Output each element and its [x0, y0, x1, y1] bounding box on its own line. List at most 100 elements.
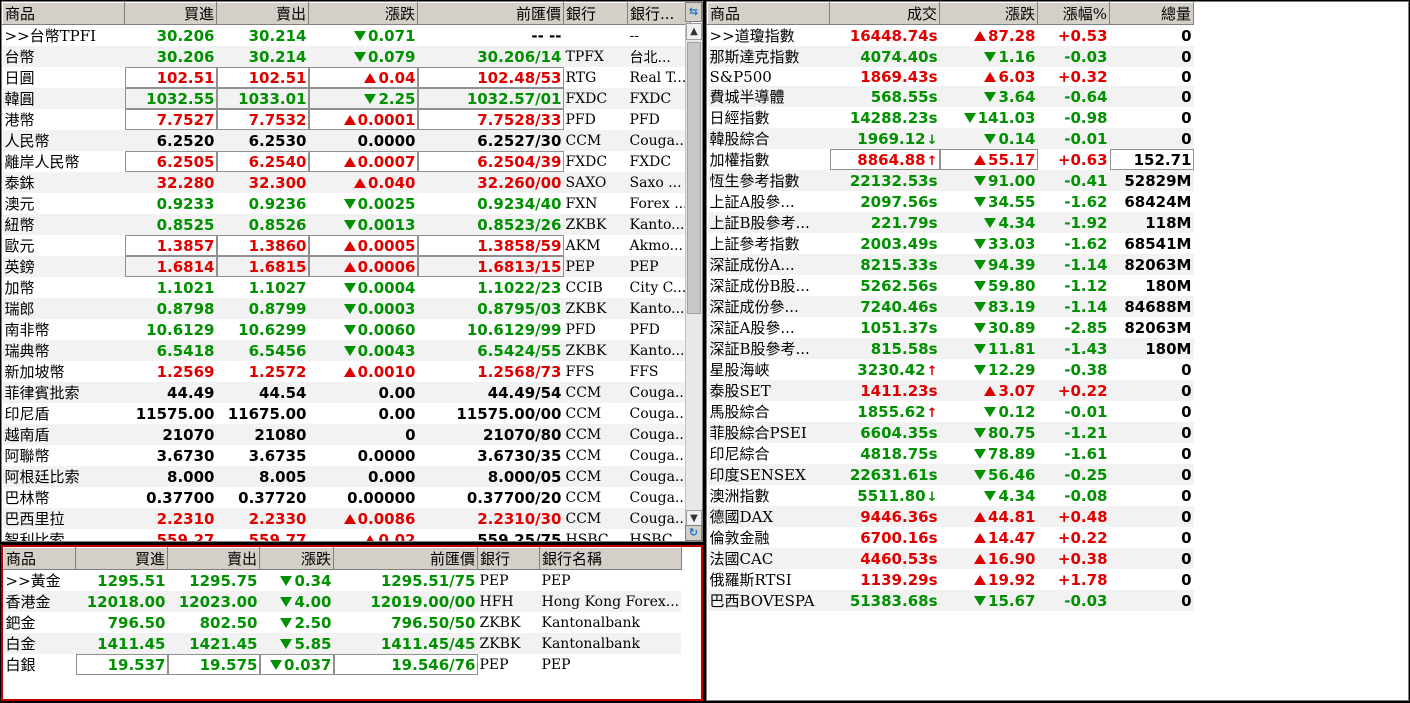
table-row[interactable]: 韓圓 1032.55 1033.01 2.25 1032.57/01 FXDC FXDC [2, 88, 691, 109]
table-row[interactable]: 南非幣 10.6129 10.6299 0.0060 10.6129/99 PFD PFD [2, 319, 691, 340]
table-row[interactable]: 費城半導體 568.55s 3.64 -0.64 0 [707, 86, 1194, 107]
product-name[interactable]: 泰股SET [707, 380, 830, 401]
product-name[interactable]: >>台幣TPFI [2, 24, 125, 46]
col-bank-name-header[interactable]: 銀行名稱 [539, 547, 682, 570]
product-name[interactable]: 離岸人民幣 [2, 151, 125, 172]
product-name[interactable]: S&P500 [707, 67, 830, 86]
product-name[interactable]: 深証成份B股... [707, 275, 830, 296]
product-name[interactable]: 倫敦金融 [707, 527, 830, 548]
table-row[interactable]: 俄羅斯RTSI 1139.29s 19.92 +1.78 0 [707, 569, 1194, 590]
table-row[interactable]: 上証A股參... 2097.56s 34.55 -1.62 68424M [707, 191, 1194, 212]
product-name[interactable]: 瑞郎 [2, 298, 125, 319]
product-name[interactable]: 紐幣 [2, 214, 125, 235]
product-name[interactable]: 台幣 [2, 46, 125, 67]
product-name[interactable]: 瑞典幣 [2, 340, 125, 361]
product-name[interactable]: 香港金 [3, 591, 76, 612]
product-name[interactable]: 恆生參考指數 [707, 170, 830, 191]
product-name[interactable]: 港幣 [2, 109, 125, 130]
product-name[interactable]: 法國CAC [707, 548, 830, 569]
table-row[interactable]: 巴林幣 0.37700 0.37720 0.00000 0.37700/20 CCM Cou… [2, 487, 691, 508]
product-name[interactable]: 澳元 [2, 193, 125, 214]
product-name[interactable]: 馬股綜合 [707, 401, 830, 422]
table-row[interactable]: 韓股綜合 1969.12↓ 0.14 -0.01 0 [707, 128, 1194, 149]
table-row[interactable]: 巴西BOVESPA 51383.68s 15.67 -0.03 0 [707, 590, 1194, 611]
table-row[interactable]: 印尼盾 11575.00 11675.00 0.00 11575.00/00 CCM Cou… [2, 403, 691, 424]
table-row[interactable]: 深証成份參... 7240.46s 83.19 -1.14 84688M [707, 296, 1194, 317]
table-row[interactable]: 日經指數 14288.23s 141.03 -0.98 0 [707, 107, 1194, 128]
col-pct-header[interactable]: 漲幅% [1037, 2, 1110, 25]
product-name[interactable]: 巴西BOVESPA [707, 590, 830, 611]
table-row[interactable]: 白銀 19.537 19.575 0.037 19.546/76 PEP PEP [3, 654, 682, 675]
settings-swap-icon[interactable]: ⇆ [685, 2, 702, 22]
product-name[interactable]: 印尼綜合 [707, 443, 830, 464]
table-row[interactable]: 法國CAC 4460.53s 16.90 +0.38 0 [707, 548, 1194, 569]
product-name[interactable]: 韓股綜合 [707, 128, 830, 149]
col-ask-header[interactable]: 賣出 [216, 2, 309, 25]
product-name[interactable]: 深証B股參考... [707, 338, 830, 359]
table-row[interactable]: 澳元 0.9233 0.9236 0.0025 0.9234/40 FXN Forex ..… [2, 193, 691, 214]
table-row[interactable]: 澳洲指數 5511.80↓ 4.34 -0.08 0 [707, 485, 1194, 506]
table-row[interactable]: 新加坡幣 1.2569 1.2572 0.0010 1.2568/73 FFS FFS [2, 361, 691, 382]
product-name[interactable]: 南非幣 [2, 319, 125, 340]
col-prev-header[interactable]: 前匯價 [417, 2, 564, 25]
table-row[interactable]: 星股海峽 3230.42↑ 12.29 -0.38 0 [707, 359, 1194, 380]
product-name[interactable]: 智利比索 [2, 529, 125, 541]
table-row[interactable]: 離岸人民幣 6.2505 6.2540 0.0007 6.2504/39 FXDC FXDC [2, 151, 691, 172]
product-name[interactable]: 泰銖 [2, 172, 125, 193]
table-row[interactable]: 印度SENSEX 22631.61s 56.46 -0.25 0 [707, 464, 1194, 485]
table-row[interactable]: 巴西里拉 2.2310 2.2330 0.0086 2.2310/30 CCM Couga.… [2, 508, 691, 529]
table-row[interactable]: 歐元 1.3857 1.3860 0.0005 1.3858/59 AKM Akmo... [2, 235, 691, 256]
table-row[interactable]: 瑞典幣 6.5418 6.5456 0.0043 6.5424/55 ZKBK Kanto.… [2, 340, 691, 361]
scroll-up-icon[interactable]: ▲ [686, 23, 702, 40]
table-row[interactable]: 紐幣 0.8525 0.8526 0.0013 0.8523/26 ZKBK Kanto..… [2, 214, 691, 235]
table-row[interactable]: S&P500 1869.43s 6.03 +0.32 0 [707, 67, 1194, 86]
product-name[interactable]: 澳洲指數 [707, 485, 830, 506]
col-bid-header[interactable]: 買進 [75, 547, 168, 570]
product-name[interactable]: 深証成份A... [707, 254, 830, 275]
col-change-header[interactable]: 漲跌 [308, 2, 418, 25]
table-row[interactable]: 智利比索 559.27 559.77 0.02 559.25/75 HSBC HSBC [2, 529, 691, 541]
table-row[interactable]: 深証B股參考... 815.58s 11.81 -1.43 180M [707, 338, 1194, 359]
col-ask-header[interactable]: 賣出 [167, 547, 260, 570]
product-name[interactable]: 巴西里拉 [2, 508, 125, 529]
table-row[interactable]: 深証A股參... 1051.37s 30.89 -2.85 82063M [707, 317, 1194, 338]
table-row[interactable]: 馬股綜合 1855.62↑ 0.12 -0.01 0 [707, 401, 1194, 422]
table-row[interactable]: 菲股綜合PSEI 6604.35s 80.75 -1.21 0 [707, 422, 1194, 443]
product-name[interactable]: 阿根廷比索 [2, 466, 125, 487]
table-row[interactable]: 那斯達克指數 4074.40s 1.16 -0.03 0 [707, 46, 1194, 67]
table-row[interactable]: 鈀金 796.50 802.50 2.50 796.50/50 ZKBK Kantonalb… [3, 612, 682, 633]
product-name[interactable]: 日圓 [2, 67, 125, 88]
scroll-thumb[interactable] [687, 42, 701, 314]
product-name[interactable]: 菲股綜合PSEI [707, 422, 830, 443]
col-change-header[interactable]: 漲跌 [939, 2, 1038, 25]
product-name[interactable]: 上証A股參... [707, 191, 830, 212]
table-row[interactable]: 上証參考指數 2003.49s 33.03 -1.62 68541M [707, 233, 1194, 254]
table-row[interactable]: 台幣 30.206 30.214 0.079 30.206/14 TPFX 台北... [2, 46, 691, 67]
col-bank-header[interactable]: 銀行 [477, 547, 540, 570]
product-name[interactable]: 深証A股參... [707, 317, 830, 338]
product-name[interactable]: 菲律賓批索 [2, 382, 125, 403]
col-product-header[interactable]: 商品 [707, 2, 830, 25]
table-row[interactable]: 恆生參考指數 22132.53s 91.00 -0.41 52829M [707, 170, 1194, 191]
table-row[interactable]: 上証B股參考... 221.79s 4.34 -1.92 118M [707, 212, 1194, 233]
col-bank-header[interactable]: 銀行 [563, 2, 628, 25]
table-row[interactable]: 加幣 1.1021 1.1027 0.0004 1.1022/23 CCIB City C.… [2, 277, 691, 298]
col-bank-name-header[interactable]: 銀行... [627, 2, 691, 25]
table-row[interactable]: 加權指數 8864.88↑ 55.17 +0.63 152.71 [707, 149, 1194, 170]
col-change-header[interactable]: 漲跌 [259, 547, 334, 570]
product-name[interactable]: >>黃金 [3, 569, 76, 591]
table-row[interactable]: 菲律賓批索 44.49 44.54 0.00 44.49/54 CCM Couga... [2, 382, 691, 403]
table-row[interactable]: 印尼綜合 4818.75s 78.89 -1.61 0 [707, 443, 1194, 464]
product-name[interactable]: 加權指數 [707, 149, 830, 170]
table-row[interactable]: 德國DAX 9446.36s 44.81 +0.48 0 [707, 506, 1194, 527]
product-name[interactable]: 歐元 [2, 235, 125, 256]
product-name[interactable]: 上証參考指數 [707, 233, 830, 254]
table-row[interactable]: 人民幣 6.2520 6.2530 0.0000 6.2527/30 CCM Couga..… [2, 130, 691, 151]
product-name[interactable]: 白銀 [3, 654, 76, 675]
product-name[interactable]: 加幣 [2, 277, 125, 298]
table-row[interactable]: 泰銖 32.280 32.300 0.040 32.260/00 SAXO Saxo ... [2, 172, 691, 193]
col-product-header[interactable]: 商品 [3, 547, 76, 570]
product-name[interactable]: 星股海峽 [707, 359, 830, 380]
product-name[interactable]: 鈀金 [3, 612, 76, 633]
table-row[interactable]: >>台幣TPFI 30.206 30.214 0.071 -- -- -- [2, 24, 691, 46]
